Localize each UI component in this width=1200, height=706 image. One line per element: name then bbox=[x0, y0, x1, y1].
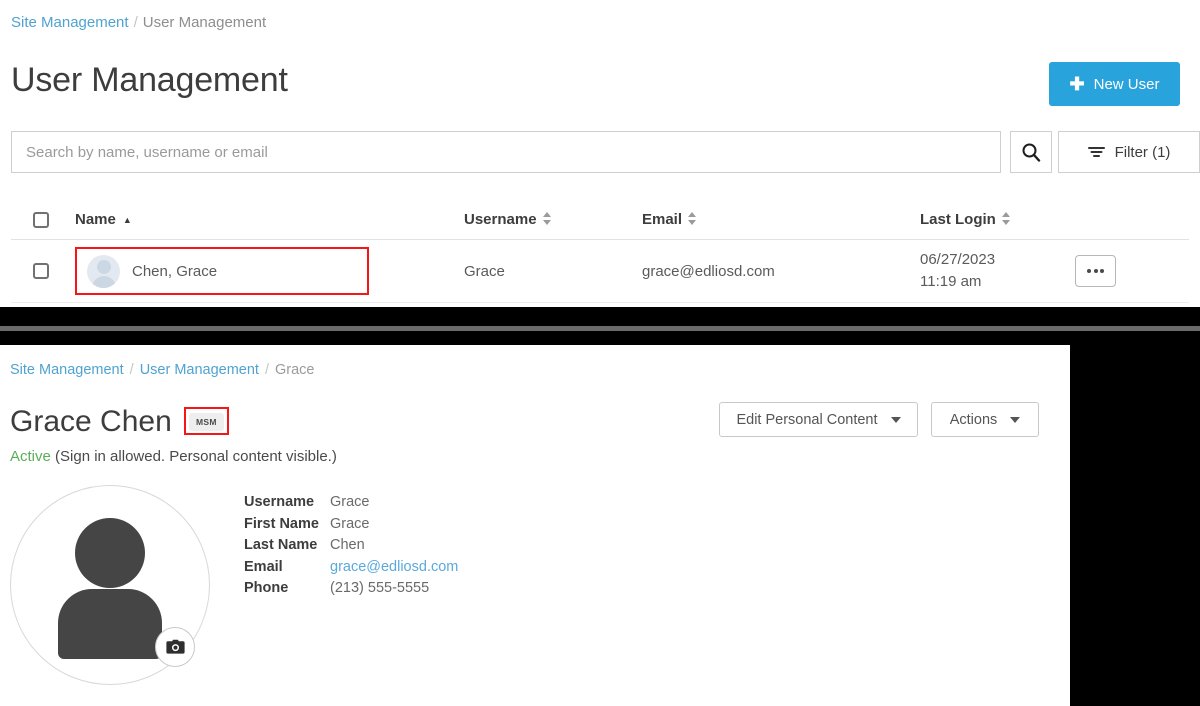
chevron-down-icon bbox=[890, 416, 901, 423]
row-select-cell bbox=[11, 263, 66, 279]
new-user-button[interactable]: ✚ New User bbox=[1049, 62, 1180, 106]
breadcrumb: Site Management / User Management / Grace bbox=[10, 362, 315, 378]
chevron-down-icon bbox=[1010, 416, 1021, 423]
select-all-checkbox[interactable] bbox=[33, 211, 49, 228]
field-value-email-link[interactable]: grace@edliosd.com bbox=[330, 557, 458, 579]
sort-both-icon bbox=[688, 211, 697, 226]
user-detail-panel: Site Management / User Management / Grace Gr… bbox=[0, 345, 1070, 706]
table-header-row: Name ▲ Username Email Last Login bbox=[11, 200, 1189, 240]
edit-personal-content-label: Edit Personal Content bbox=[736, 411, 878, 428]
breadcrumb-current: User Management bbox=[142, 14, 267, 31]
page-title: User Management bbox=[11, 61, 288, 99]
sort-both-icon bbox=[1001, 211, 1011, 226]
sort-ascending-icon: ▲ bbox=[122, 214, 132, 225]
change-photo-button[interactable] bbox=[155, 627, 195, 667]
filter-icon bbox=[1087, 147, 1105, 157]
field-value: Grace bbox=[330, 515, 370, 532]
avatar-body-shape bbox=[58, 589, 162, 659]
status-active-label: Active bbox=[10, 448, 51, 465]
search-box bbox=[11, 131, 1001, 173]
avatar-head-shape bbox=[75, 518, 145, 588]
panel-divider bbox=[0, 307, 1200, 345]
row-email: grace@edliosd.com bbox=[642, 262, 775, 280]
search-button[interactable] bbox=[1010, 131, 1052, 173]
field-value: Chen bbox=[330, 537, 365, 553]
field-label: Phone bbox=[244, 580, 289, 596]
breadcrumb: Site Management / User Management bbox=[11, 14, 266, 31]
breadcrumb-site-management[interactable]: Site Management bbox=[10, 362, 124, 378]
ellipsis-icon bbox=[1093, 269, 1098, 273]
column-header-username-label: Username bbox=[464, 211, 537, 228]
field-label: Username bbox=[244, 494, 315, 510]
row-menu-button[interactable] bbox=[1075, 255, 1116, 287]
field-first-name: First Name Grace bbox=[244, 514, 458, 536]
breadcrumb-current: Grace bbox=[275, 362, 315, 378]
status-description: (Sign in allowed. Personal content visib… bbox=[55, 448, 337, 465]
sort-both-icon bbox=[542, 211, 552, 226]
column-header-last-login[interactable]: Last Login bbox=[920, 211, 1075, 228]
row-last-login: 06/27/2023 11:19 am bbox=[920, 249, 1075, 293]
field-value: (213) 555-5555 bbox=[330, 580, 430, 596]
row-username: Grace bbox=[464, 262, 505, 280]
field-label: First Name bbox=[244, 515, 319, 532]
field-username: Username Grace bbox=[244, 492, 458, 514]
breadcrumb-separator: / bbox=[264, 362, 269, 378]
users-table: Name ▲ Username Email Last Login Chen, G… bbox=[11, 200, 1189, 303]
field-phone: Phone (213) 555-5555 bbox=[244, 578, 458, 600]
avatar[interactable] bbox=[10, 485, 210, 685]
select-all-cell bbox=[11, 211, 66, 228]
ellipsis-icon bbox=[1087, 269, 1091, 273]
column-header-username[interactable]: Username bbox=[464, 211, 642, 228]
status-badge[interactable]: MSM bbox=[189, 413, 224, 431]
breadcrumb-separator: / bbox=[133, 14, 138, 31]
new-user-button-label: New User bbox=[1093, 75, 1160, 93]
actions-button[interactable]: Actions bbox=[931, 402, 1039, 437]
row-actions-cell bbox=[1075, 255, 1189, 287]
row-checkbox[interactable] bbox=[33, 263, 49, 279]
divider-gray-line bbox=[0, 326, 1200, 331]
table-row[interactable]: Chen, Grace Grace grace@edliosd.com 06/2… bbox=[11, 240, 1189, 303]
user-full-name: Grace Chen bbox=[10, 405, 172, 438]
row-name-cell: Chen, Grace bbox=[66, 247, 464, 295]
column-header-name[interactable]: Name ▲ bbox=[66, 211, 464, 228]
user-detail-fields: Username Grace First Name Grace Last Nam… bbox=[244, 492, 458, 600]
column-header-email-label: Email bbox=[642, 211, 683, 228]
breadcrumb-user-management[interactable]: User Management bbox=[140, 362, 259, 378]
actions-button-label: Actions bbox=[949, 411, 998, 428]
filter-button[interactable]: Filter (1) bbox=[1058, 131, 1200, 173]
column-header-last-login-label: Last Login bbox=[920, 211, 996, 228]
filter-button-label: Filter (1) bbox=[1114, 143, 1171, 161]
field-last-name: Last Name Chen bbox=[244, 535, 458, 557]
breadcrumb-separator: / bbox=[129, 362, 134, 378]
row-last-login-date: 06/27/2023 bbox=[920, 251, 996, 269]
field-label: Last Name bbox=[244, 537, 318, 553]
search-input[interactable] bbox=[12, 132, 1000, 172]
row-name-highlight[interactable]: Chen, Grace bbox=[75, 247, 369, 295]
row-last-login-time: 11:19 am bbox=[920, 273, 982, 290]
field-email: Email grace@edliosd.com bbox=[244, 557, 458, 579]
column-header-name-label: Name bbox=[75, 211, 116, 228]
edit-personal-content-button[interactable]: Edit Personal Content bbox=[719, 402, 918, 437]
user-status-line: Active (Sign in allowed. Personal conten… bbox=[10, 448, 337, 465]
user-management-list-panel: Site Management / User Management User Man… bbox=[0, 0, 1200, 307]
column-header-email[interactable]: Email bbox=[642, 211, 920, 228]
breadcrumb-site-management[interactable]: Site Management bbox=[11, 14, 129, 31]
row-name-label: Chen, Grace bbox=[132, 262, 218, 280]
search-icon bbox=[1022, 143, 1041, 162]
field-label: Email bbox=[244, 558, 283, 575]
avatar bbox=[87, 254, 120, 288]
ellipsis-icon bbox=[1100, 269, 1104, 273]
camera-icon bbox=[165, 639, 185, 654]
screenshot-root: Site Management / User Management User Man… bbox=[0, 0, 1200, 706]
field-value: Grace bbox=[330, 494, 370, 510]
msm-badge-highlight: MSM bbox=[184, 407, 229, 435]
plus-icon: ✚ bbox=[1069, 74, 1085, 94]
